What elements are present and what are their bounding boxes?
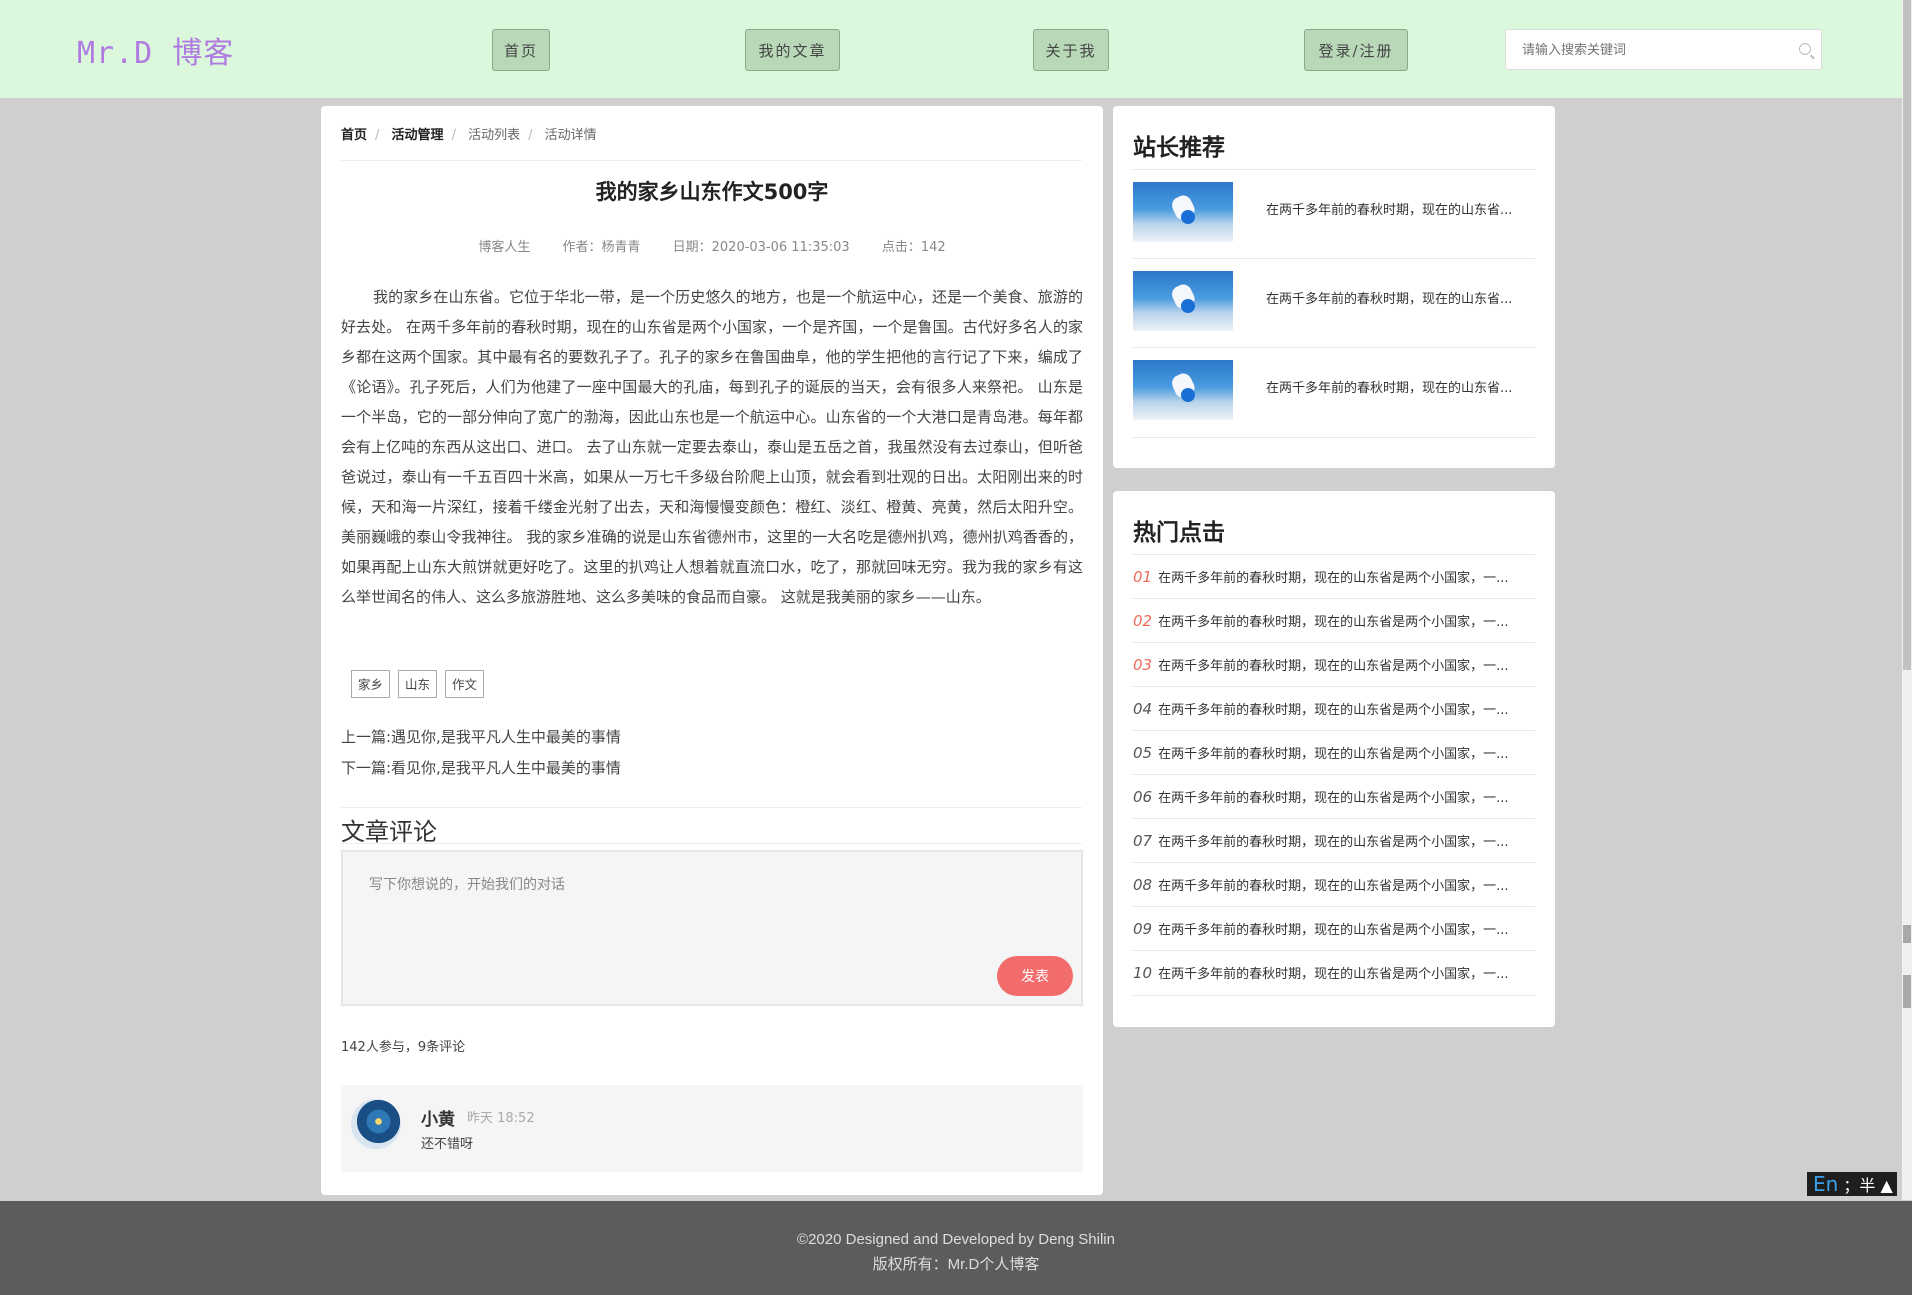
- hot-rank: 02: [1133, 612, 1153, 630]
- breadcrumb: 首页 / 活动管理 / 活动列表 / 活动详情: [341, 128, 597, 143]
- breadcrumb-activity-manage[interactable]: 活动管理: [392, 128, 444, 143]
- hot-rank: 05: [1133, 744, 1153, 762]
- shirt-icon[interactable]: ▲: [1881, 1176, 1893, 1195]
- post-comment-button[interactable]: 发表: [997, 956, 1073, 996]
- page-scrollbar[interactable]: [1902, 0, 1912, 1200]
- hot-text[interactable]: 在两千多年前的春秋时期，现在的山东省是两个小国家，一...: [1158, 791, 1508, 806]
- comment-placeholder[interactable]: 写下你想说的，开始我们的对话: [369, 874, 565, 894]
- hot-text[interactable]: 在两千多年前的春秋时期，现在的山东省是两个小国家，一...: [1158, 923, 1508, 938]
- hot-rank: 09: [1133, 920, 1153, 938]
- hot-item[interactable]: 10 在两千多年前的春秋时期，现在的山东省是两个小国家，一...: [1133, 950, 1535, 996]
- search-icon[interactable]: [1799, 43, 1811, 55]
- article-meta: 博客人生 作者：杨青青 日期：2020-03-06 11:35:03 点击：14…: [321, 236, 1103, 255]
- recommend-thumbnail[interactable]: [1133, 271, 1233, 331]
- hot-text[interactable]: 在两千多年前的春秋时期，现在的山东省是两个小国家，一...: [1158, 571, 1508, 586]
- hot-title: 热门点击: [1133, 520, 1225, 546]
- comment-item: 小黄 昨天 18:52 还不错呀: [341, 1085, 1083, 1172]
- prev-article-link[interactable]: 上一篇:遇见你,是我平凡人生中最美的事情: [341, 722, 621, 753]
- hot-item[interactable]: 01 在两千多年前的春秋时期，现在的山东省是两个小国家，一...: [1133, 554, 1535, 599]
- hot-rank: 08: [1133, 876, 1153, 894]
- recommend-title: 站长推荐: [1133, 135, 1225, 161]
- recommend-thumbnail[interactable]: [1133, 360, 1233, 420]
- article-author: 作者：杨青青: [562, 240, 641, 255]
- hot-text[interactable]: 在两千多年前的春秋时期，现在的山东省是两个小国家，一...: [1158, 615, 1508, 630]
- article-category: 博客人生: [478, 240, 531, 255]
- divider: [341, 160, 1082, 161]
- breadcrumb-activity-list[interactable]: 活动列表: [468, 128, 520, 143]
- nav-home[interactable]: 首页: [492, 29, 550, 71]
- hot-text[interactable]: 在两千多年前的春秋时期，现在的山东省是两个小国家，一...: [1158, 835, 1508, 850]
- recommend-item[interactable]: 在两千多年前的春秋时期，现在的山东省...: [1133, 169, 1535, 259]
- next-article-link[interactable]: 下一篇:看见你,是我平凡人生中最美的事情: [341, 753, 621, 784]
- ime-indicator[interactable]: En ；半 ▲: [1807, 1172, 1897, 1196]
- recommend-item[interactable]: 在两千多年前的春秋时期，现在的山东省...: [1133, 347, 1535, 438]
- comment-text: 还不错呀: [421, 1137, 474, 1152]
- recommend-text[interactable]: 在两千多年前的春秋时期，现在的山东省...: [1266, 199, 1512, 218]
- hot-item[interactable]: 07 在两千多年前的春秋时期，现在的山东省是两个小国家，一...: [1133, 818, 1535, 863]
- article-title: 我的家乡山东作文500字: [595, 180, 829, 204]
- hot-panel: 热门点击 01 在两千多年前的春秋时期，现在的山东省是两个小国家，一... 02 在…: [1113, 491, 1555, 1027]
- breadcrumb-activity-detail: 活动详情: [544, 128, 597, 143]
- footer-credit: ©2020 Designed and Developed by Deng Shi…: [797, 1231, 1115, 1248]
- hot-text[interactable]: 在两千多年前的春秋时期，现在的山东省是两个小国家，一...: [1158, 747, 1508, 762]
- hot-item[interactable]: 04 在两千多年前的春秋时期，现在的山东省是两个小国家，一...: [1133, 686, 1535, 731]
- footer-copyright: 版权所有：Mr.D个人博客: [872, 1256, 1040, 1273]
- recommend-item[interactable]: 在两千多年前的春秋时期，现在的山东省...: [1133, 258, 1535, 348]
- hot-text[interactable]: 在两千多年前的春秋时期，现在的山东省是两个小国家，一...: [1158, 659, 1508, 674]
- recommend-thumbnail[interactable]: [1133, 182, 1233, 242]
- site-header: Mr.D 博客 首页 我的文章 关于我 登录/注册: [0, 0, 1902, 98]
- scrollbar-marker: [1903, 990, 1911, 1008]
- recommend-text[interactable]: 在两千多年前的春秋时期，现在的山东省...: [1266, 377, 1512, 396]
- search-input[interactable]: [1520, 30, 1794, 71]
- divider: [341, 807, 1082, 808]
- hot-item[interactable]: 08 在两千多年前的春秋时期，现在的山东省是两个小国家，一...: [1133, 862, 1535, 907]
- ime-mode[interactable]: ；半: [1843, 1176, 1875, 1195]
- comment-section-title: 文章评论: [341, 818, 437, 846]
- breadcrumb-home[interactable]: 首页: [341, 128, 367, 143]
- hot-item[interactable]: 03 在两千多年前的春秋时期，现在的山东省是两个小国家，一...: [1133, 642, 1535, 687]
- nav-about-me[interactable]: 关于我: [1033, 29, 1109, 71]
- hot-rank: 07: [1133, 832, 1153, 850]
- article-date: 日期：2020-03-06 11:35:03: [672, 240, 850, 255]
- article-clicks: 点击：142: [881, 240, 946, 255]
- hot-rank: 10: [1133, 964, 1153, 982]
- hot-item[interactable]: 05 在两千多年前的春秋时期，现在的山东省是两个小国家，一...: [1133, 730, 1535, 775]
- hot-rank: 03: [1133, 656, 1153, 674]
- hot-text[interactable]: 在两千多年前的春秋时期，现在的山东省是两个小国家，一...: [1158, 879, 1508, 894]
- divider: [341, 843, 1082, 844]
- hot-text[interactable]: 在两千多年前的春秋时期，现在的山东省是两个小国家，一...: [1158, 703, 1508, 718]
- site-logo[interactable]: Mr.D 博客: [77, 28, 234, 72]
- comment-time: 昨天 18:52: [467, 1111, 535, 1126]
- site-footer: ©2020 Designed and Developed by Deng Shi…: [0, 1201, 1912, 1295]
- comment-stats: 142人参与，9条评论: [341, 1040, 466, 1055]
- article-body: 我的家乡在山东省。它位于华北一带，是一个历史悠久的地方，也是一个航运中心，还是一…: [341, 288, 1083, 606]
- recommend-panel: 站长推荐 在两千多年前的春秋时期，现在的山东省... 在两千多年前的春秋时期，现…: [1113, 106, 1555, 468]
- hot-text[interactable]: 在两千多年前的春秋时期，现在的山东省是两个小国家，一...: [1158, 967, 1508, 982]
- hot-rank: 01: [1133, 568, 1153, 586]
- nav-my-articles[interactable]: 我的文章: [745, 29, 840, 71]
- scrollbar-thumb[interactable]: [1903, 0, 1911, 670]
- avatar[interactable]: [351, 1099, 401, 1149]
- tag-shandong[interactable]: 山东: [398, 670, 438, 698]
- tag-essay[interactable]: 作文: [445, 670, 485, 698]
- nav-login-register[interactable]: 登录/注册: [1304, 29, 1408, 71]
- comment-author[interactable]: 小黄: [421, 1105, 455, 1130]
- ime-lang[interactable]: En: [1813, 1172, 1838, 1196]
- hot-item[interactable]: 02 在两千多年前的春秋时期，现在的山东省是两个小国家，一...: [1133, 598, 1535, 643]
- article-panel: 首页 / 活动管理 / 活动列表 / 活动详情 我的家乡山东作文500字 博客人生 作…: [321, 106, 1103, 1195]
- hot-rank: 04: [1133, 700, 1153, 718]
- scrollbar-marker: [1903, 925, 1911, 943]
- tag-hometown[interactable]: 家乡: [351, 670, 391, 698]
- recommend-text[interactable]: 在两千多年前的春秋时期，现在的山东省...: [1266, 288, 1512, 307]
- tag-list: 家乡 山东 作文: [351, 670, 492, 698]
- comment-input-area[interactable]: 写下你想说的，开始我们的对话 发表: [341, 850, 1083, 1006]
- hot-item[interactable]: 09 在两千多年前的春秋时期，现在的山东省是两个小国家，一...: [1133, 906, 1535, 951]
- hot-item[interactable]: 06 在两千多年前的春秋时期，现在的山东省是两个小国家，一...: [1133, 774, 1535, 819]
- search-box: [1505, 29, 1822, 71]
- hot-rank: 06: [1133, 788, 1153, 806]
- prev-next-links: 上一篇:遇见你,是我平凡人生中最美的事情 下一篇:看见你,是我平凡人生中最美的事…: [341, 722, 621, 784]
